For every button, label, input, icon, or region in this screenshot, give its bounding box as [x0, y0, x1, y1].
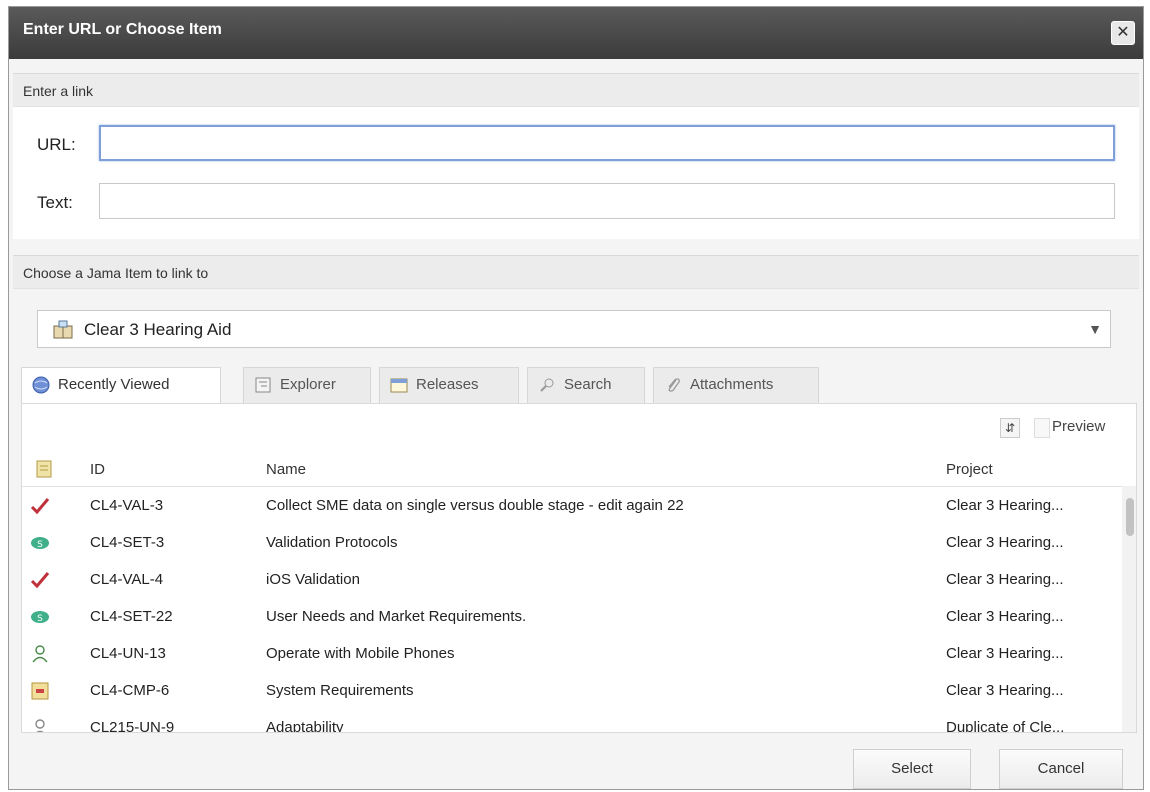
preview-button[interactable]: Preview — [1052, 418, 1105, 435]
tab-label: Releases — [416, 376, 479, 393]
set-icon: S — [31, 537, 49, 550]
column-header-name[interactable]: Name — [266, 461, 306, 478]
refresh-icon[interactable]: ⇵ — [1000, 418, 1020, 438]
grid-header: ID Name Project — [22, 452, 1136, 487]
table-row[interactable]: S CL4-SET-3 Validation Protocols Clear 3… — [22, 525, 1122, 562]
row-project: Clear 3 Hearing... — [946, 534, 1064, 551]
type-column-icon — [36, 460, 52, 478]
text-label: Text: — [37, 193, 73, 212]
row-id: CL4-CMP-6 — [90, 682, 170, 699]
row-project: Duplicate of Cle... — [946, 719, 1065, 733]
tab-search[interactable]: Search — [527, 367, 645, 403]
paperclip-icon — [668, 378, 680, 392]
table-row[interactable]: CL215-UN-9 Adaptability Duplicate of Cle… — [22, 710, 1122, 733]
table-row[interactable]: CL4-VAL-3 Collect SME data on single ver… — [22, 488, 1122, 525]
tab-explorer[interactable]: Explorer — [243, 367, 371, 403]
row-name: System Requirements — [266, 682, 414, 699]
chevron-down-icon[interactable]: ▼ — [1086, 319, 1104, 339]
table-row[interactable]: CL4-VAL-4 iOS Validation Clear 3 Hearing… — [22, 562, 1122, 599]
row-name: User Needs and Market Requirements. — [266, 608, 527, 625]
row-id: CL4-SET-22 — [90, 608, 173, 625]
url-label: URL: — [37, 135, 76, 154]
row-project: Clear 3 Hearing... — [946, 608, 1064, 625]
link-section-header: Enter a link — [13, 73, 1139, 107]
row-name: Adaptability — [266, 719, 344, 733]
cancel-button[interactable]: Cancel — [999, 749, 1123, 789]
row-project: Clear 3 Hearing... — [946, 645, 1064, 662]
dialog-titlebar[interactable]: Enter URL or Choose Item ✕ — [9, 7, 1143, 59]
tab-label: Attachments — [690, 376, 774, 393]
svg-text:S: S — [37, 614, 43, 624]
tree-icon — [255, 377, 271, 393]
row-name: Operate with Mobile Phones — [266, 645, 455, 662]
row-project: Clear 3 Hearing... — [946, 682, 1064, 699]
row-project: Clear 3 Hearing... — [946, 571, 1064, 588]
table-row[interactable]: S CL4-SET-22 User Needs and Market Requi… — [22, 599, 1122, 636]
row-name: Validation Protocols — [266, 534, 398, 551]
items-grid: ⇵ Preview ID Name Project CL4-VAL-3 Coll… — [21, 403, 1137, 733]
select-button[interactable]: Select — [853, 749, 971, 789]
project-select-value: Clear 3 Hearing Aid — [84, 320, 232, 339]
table-row[interactable]: CL4-UN-13 Operate with Mobile Phones Cle… — [22, 636, 1122, 673]
validation-check-icon — [30, 572, 50, 589]
tab-releases[interactable]: Releases — [379, 367, 519, 403]
row-id: CL4-VAL-4 — [90, 571, 164, 588]
grid-scrollbar[interactable] — [1122, 486, 1136, 732]
tab-label: Explorer — [280, 376, 336, 393]
row-id: CL4-UN-13 — [90, 645, 166, 662]
preview-icon — [1034, 418, 1050, 438]
text-input[interactable] — [99, 183, 1115, 219]
set-icon: S — [31, 611, 49, 624]
user-need-icon — [35, 719, 45, 732]
scroll-thumb[interactable] — [1126, 498, 1134, 536]
row-id: CL4-VAL-3 — [90, 497, 164, 514]
component-icon — [31, 682, 49, 700]
item-section-header: Choose a Jama Item to link to — [13, 255, 1139, 289]
tab-label: Recently Viewed — [58, 376, 170, 393]
column-header-project[interactable]: Project — [946, 461, 993, 478]
dialog-title: Enter URL or Choose Item — [23, 21, 222, 38]
validation-check-icon — [30, 498, 50, 515]
row-name: iOS Validation — [266, 571, 360, 588]
globe-icon — [32, 376, 50, 394]
table-row[interactable]: CL4-CMP-6 System Requirements Clear 3 He… — [22, 673, 1122, 710]
user-need-icon — [32, 645, 48, 663]
svg-text:S: S — [37, 540, 43, 550]
row-name: Collect SME data on single versus double… — [266, 497, 684, 514]
tab-label: Search — [564, 376, 612, 393]
link-dialog: Enter URL or Choose Item ✕ Enter a link … — [8, 6, 1144, 790]
calendar-icon — [390, 378, 408, 393]
project-select[interactable]: Clear 3 Hearing Aid ▼ — [37, 310, 1111, 348]
url-input[interactable] — [99, 125, 1115, 161]
row-project: Clear 3 Hearing... — [946, 497, 1064, 514]
link-section-panel: URL: Text: — [13, 107, 1139, 239]
close-icon[interactable]: ✕ — [1111, 21, 1135, 45]
tab-attachments[interactable]: Attachments — [653, 367, 819, 403]
row-id: CL4-SET-3 — [90, 534, 165, 551]
tab-recently-viewed[interactable]: Recently Viewed — [21, 367, 221, 405]
project-icon — [53, 320, 73, 339]
search-icon — [540, 378, 554, 392]
column-header-id[interactable]: ID — [90, 461, 105, 478]
row-id: CL215-UN-9 — [90, 719, 175, 733]
